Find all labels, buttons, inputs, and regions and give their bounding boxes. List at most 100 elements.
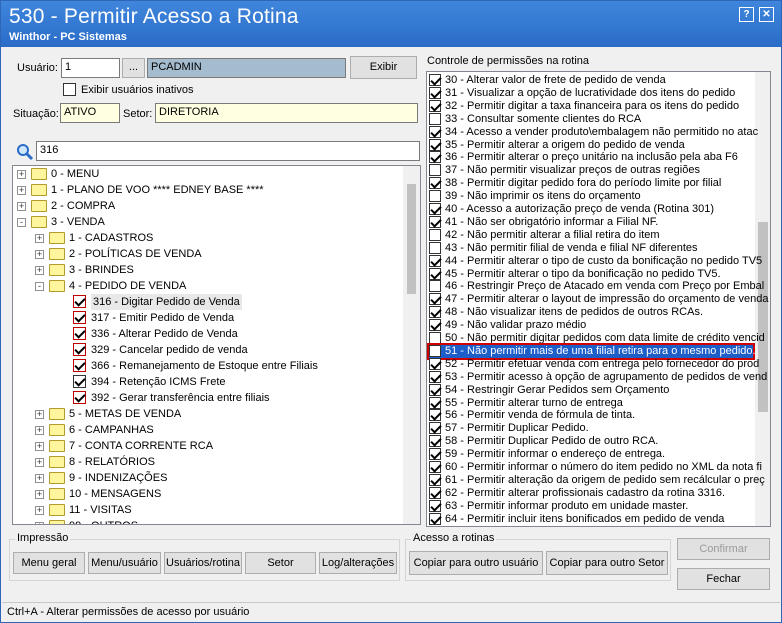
permission-checkbox[interactable] [429,370,441,383]
permission-item[interactable]: 54 - Restringir Gerar Pedidos sem Orçame… [429,383,753,397]
expand-icon[interactable]: + [17,202,26,211]
expand-icon[interactable]: + [35,490,44,499]
permission-checkbox[interactable] [429,267,441,280]
close-button[interactable]: Fechar [677,568,770,590]
tree-node[interactable]: +3 - BRINDES [13,262,401,278]
permission-item[interactable]: 33 - Consultar somente clientes do RCA [429,112,753,126]
permission-checkbox[interactable] [429,254,441,267]
expand-icon[interactable]: + [35,266,44,275]
print-menu-general-button[interactable]: Menu geral [13,552,85,574]
print-menu-user-button[interactable]: Menu/usuário [88,552,161,574]
permissions-list[interactable]: 30 - Alterar valor de frete de pedido de… [426,71,771,527]
expand-icon[interactable]: + [35,442,44,451]
tree-node[interactable]: +6 - CAMPANHAS [13,422,401,438]
expand-icon[interactable]: + [17,170,26,179]
tree-node[interactable]: 336 - Alterar Pedido de Venda [13,326,401,342]
user-lookup-button[interactable]: ... [122,58,145,78]
permission-checkbox[interactable] [429,164,441,177]
permission-checkbox[interactable] [429,215,441,228]
permission-item[interactable]: 45 - Permitir alterar o tipo da bonifica… [429,267,753,281]
tree-node[interactable]: 366 - Remanejamento de Estoque entre Fil… [13,358,401,374]
routine-checkbox[interactable] [73,327,86,340]
permission-item[interactable]: 44 - Permitir alterar o tipo de custo da… [429,254,762,268]
tree-node[interactable]: 317 - Emitir Pedido de Venda [13,310,401,326]
expand-icon[interactable]: + [35,426,44,435]
permission-checkbox[interactable] [429,203,441,215]
permission-checkbox[interactable] [429,280,441,293]
tree-node[interactable]: +11 - VISITAS [13,502,401,518]
permission-item[interactable]: 41 - Não ser obrigatório informar a Fili… [429,215,753,229]
permission-checkbox[interactable] [429,461,441,473]
permission-checkbox[interactable] [429,112,441,125]
permission-checkbox[interactable] [429,422,441,435]
tree-node[interactable]: +7 - CONTA CORRENTE RCA [13,438,401,454]
permission-checkbox[interactable] [429,99,441,112]
search-input[interactable]: 316 [36,141,420,161]
permission-checkbox[interactable] [429,448,441,461]
permission-checkbox[interactable] [429,138,441,151]
permission-checkbox[interactable] [429,383,441,396]
permission-checkbox[interactable] [429,319,441,332]
expand-icon[interactable]: + [35,250,44,259]
permission-checkbox[interactable] [429,293,441,306]
routine-checkbox[interactable] [73,375,86,388]
show-button[interactable]: Exibir [350,56,417,79]
collapse-icon[interactable]: - [17,218,26,227]
tree-scrollbar[interactable] [403,166,420,524]
routine-tree[interactable]: +0 - MENU +1 - PLANO DE VOO **** EDNEY BA… [12,165,421,525]
permission-item[interactable]: 30 - Alterar valor de frete de pedido de… [429,74,753,87]
permission-item[interactable]: 61 - Permitir alteração da origem de ped… [429,473,765,487]
routine-checkbox[interactable] [73,391,86,404]
permission-checkbox[interactable] [429,357,441,370]
permission-item[interactable]: 35 - Permitir alterar a origem do pedido… [429,138,753,152]
permission-checkbox[interactable] [429,396,441,409]
tree-node[interactable]: - 4 - PEDIDO DE VENDA [13,278,401,294]
permission-item[interactable]: 43 - Não permitir filial de venda e fili… [429,241,753,255]
permission-item[interactable]: 38 - Permitir digitar pedido fora do per… [429,177,753,190]
tree-node[interactable]: +0 - MENU [13,166,401,182]
confirm-button[interactable]: Confirmar [677,538,770,560]
permission-checkbox[interactable] [429,151,441,164]
collapse-icon[interactable]: - [35,282,44,291]
permission-checkbox[interactable] [429,228,441,241]
permission-item[interactable]: 60 - Permitir informar o número do item … [429,461,762,474]
tree-node[interactable]: 329 - Cancelar pedido de venda [13,342,401,358]
permission-checkbox[interactable] [429,512,441,525]
permission-checkbox[interactable] [429,125,441,138]
copy-to-sector-button[interactable]: Copiar para outro Setor [546,551,668,575]
user-id-field[interactable]: 1 [61,58,120,78]
expand-icon[interactable]: + [35,410,44,419]
copy-to-user-button[interactable]: Copiar para outro usuário [409,551,543,575]
permission-item[interactable]: 40 - Acesso a autorização preço de venda… [429,203,753,216]
permission-item[interactable]: 51 - Não permitir mais de uma filial ret… [427,342,756,360]
permission-item[interactable]: 47 - Permitir alterar o layout de impres… [429,293,768,306]
permission-item[interactable]: 31 - Visualizar a opção de lucratividade… [429,86,753,100]
permission-item[interactable]: 64 - Permitir incluir itens bonificados … [429,512,753,526]
tree-node[interactable]: +2 - POLÍTICAS DE VENDA [13,246,401,262]
inactive-users-checkbox[interactable] [63,83,76,96]
permission-item[interactable]: 55 - Permitir alterar turno de entrega [429,396,753,410]
permission-checkbox[interactable] [429,473,441,486]
permission-item[interactable]: 32 - Permitir digitar a taxa financeira … [429,99,753,113]
expand-icon[interactable]: + [35,234,44,243]
permission-checkbox[interactable] [429,409,441,422]
permission-checkbox[interactable] [429,190,441,203]
print-log-button[interactable]: Log/alterações [319,552,397,574]
tree-node[interactable]: - 3 - VENDA [13,214,401,230]
tree-node[interactable]: +1 - PLANO DE VOO **** EDNEY BASE **** [13,182,401,198]
permission-item[interactable]: 46 - Restringir Preço de Atacado em vend… [429,280,764,293]
expand-icon[interactable]: + [35,474,44,483]
permission-item[interactable]: 58 - Permitir Duplicar Pedido de outro R… [429,435,753,448]
expand-icon[interactable]: + [17,186,26,195]
permission-item[interactable]: 36 - Permitir alterar o preço unitário n… [429,151,753,164]
permission-checkbox[interactable] [429,177,441,190]
permission-item[interactable]: 39 - Não imprimir os itens do orçamento [429,190,753,203]
permission-item[interactable]: 42 - Não permitir alterar a filial retir… [429,228,753,242]
permission-checkbox[interactable] [429,86,441,99]
permission-item[interactable]: 57 - Permitir Duplicar Pedido. [429,422,753,435]
tree-node[interactable]: 394 - Retenção ICMS Frete [13,374,401,390]
help-button[interactable]: ? [739,7,754,22]
permission-item[interactable]: 56 - Permitir venda de fórmula de tinta. [429,409,753,422]
close-window-button[interactable]: ✕ [759,7,774,22]
expand-icon[interactable]: + [35,522,44,524]
